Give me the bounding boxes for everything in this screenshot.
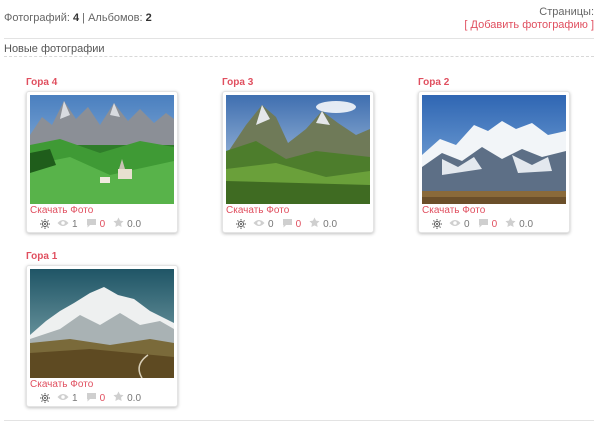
- rating-value: 0.0: [127, 392, 142, 404]
- speech-bubble-icon: [282, 218, 293, 231]
- comments-count: 0: [295, 218, 302, 230]
- photo-meta: 1 0 0.0: [39, 217, 149, 231]
- comments-count: 0: [99, 218, 106, 230]
- gear-icon[interactable]: [235, 218, 247, 230]
- rating-value: 0.0: [127, 218, 142, 230]
- eye-icon: [57, 219, 69, 230]
- views-count: 0: [464, 218, 470, 230]
- photo-thumbnail[interactable]: [226, 95, 370, 204]
- photo-item: Гора 4 Скачать Фото 1 0 0.0: [26, 77, 178, 233]
- dashed-divider: [4, 56, 594, 57]
- albums-count: 2: [145, 12, 152, 24]
- star-icon: [505, 217, 516, 231]
- photo-item: Гора 1 Скачать Фото 1 0 0.0: [26, 251, 178, 407]
- rating-value: 0.0: [519, 218, 534, 230]
- download-photo-link[interactable]: Скачать Фото: [226, 205, 289, 216]
- download-photo-link[interactable]: Скачать Фото: [30, 205, 93, 216]
- photos-count: 4: [72, 12, 80, 24]
- photo-card: Скачать Фото 1 0 0.0: [26, 265, 178, 407]
- star-icon: [113, 217, 124, 231]
- speech-bubble-icon: [86, 392, 97, 405]
- photo-meta: 0 0 0.0: [431, 217, 541, 231]
- photo-meta: 1 0 0.0: [39, 391, 149, 405]
- add-photo-link[interactable]: Добавить фотографию: [471, 19, 588, 31]
- albums-label: Альбомов:: [88, 12, 143, 24]
- photo-thumbnail[interactable]: [422, 95, 566, 204]
- gear-icon[interactable]: [431, 218, 443, 230]
- section-title: Новые фотографии: [4, 43, 105, 55]
- stats-separator: |: [82, 12, 86, 24]
- add-photo-row: [ Добавить фотографию ]: [464, 19, 594, 32]
- photo-title-link[interactable]: Гора 1: [26, 251, 176, 265]
- eye-icon: [57, 393, 69, 404]
- gear-icon[interactable]: [39, 392, 51, 404]
- photo-item: Гора 3 Скачать Фото 0 0 0.0: [222, 77, 374, 233]
- pages-label: Страницы:: [539, 6, 594, 18]
- photo-card: Скачать Фото 1 0 0.0: [26, 91, 178, 233]
- photo-thumbnail[interactable]: [30, 269, 174, 378]
- eye-icon: [253, 219, 265, 230]
- download-photo-link[interactable]: Скачать Фото: [422, 205, 485, 216]
- rating-value: 0.0: [323, 218, 338, 230]
- photo-item: Гора 2 Скачать Фото 0 0 0.0: [418, 77, 570, 233]
- photo-title-link[interactable]: Гора 3: [222, 77, 372, 91]
- bracket-open: [: [464, 19, 468, 31]
- bracket-close: ]: [590, 19, 594, 31]
- speech-bubble-icon: [478, 218, 489, 231]
- star-icon: [309, 217, 320, 231]
- views-count: 1: [72, 392, 78, 404]
- photo-meta: 0 0 0.0: [235, 217, 345, 231]
- star-icon: [113, 391, 124, 405]
- comments-count: 0: [491, 218, 498, 230]
- photo-card: Скачать Фото 0 0 0.0: [418, 91, 570, 233]
- photo-title-link[interactable]: Гора 4: [26, 77, 176, 91]
- pages-panel: Страницы: [ Добавить фотографию ]: [464, 6, 594, 32]
- photo-card: Скачать Фото 0 0 0.0: [222, 91, 374, 233]
- views-count: 1: [72, 218, 78, 230]
- gear-icon[interactable]: [39, 218, 51, 230]
- bottom-divider: [4, 420, 594, 421]
- comments-count: 0: [99, 392, 106, 404]
- top-bar: Фотографий: 4 | Альбомов: 2 Страницы: [ …: [4, 6, 594, 32]
- speech-bubble-icon: [86, 218, 97, 231]
- divider: [4, 38, 594, 39]
- photo-title-link[interactable]: Гора 2: [418, 77, 568, 91]
- eye-icon: [449, 219, 461, 230]
- download-photo-link[interactable]: Скачать Фото: [30, 379, 93, 390]
- photos-label: Фотографий:: [4, 12, 70, 24]
- gallery-stats: Фотографий: 4 | Альбомов: 2: [4, 12, 152, 24]
- views-count: 0: [268, 218, 274, 230]
- photo-thumbnail[interactable]: [30, 95, 174, 204]
